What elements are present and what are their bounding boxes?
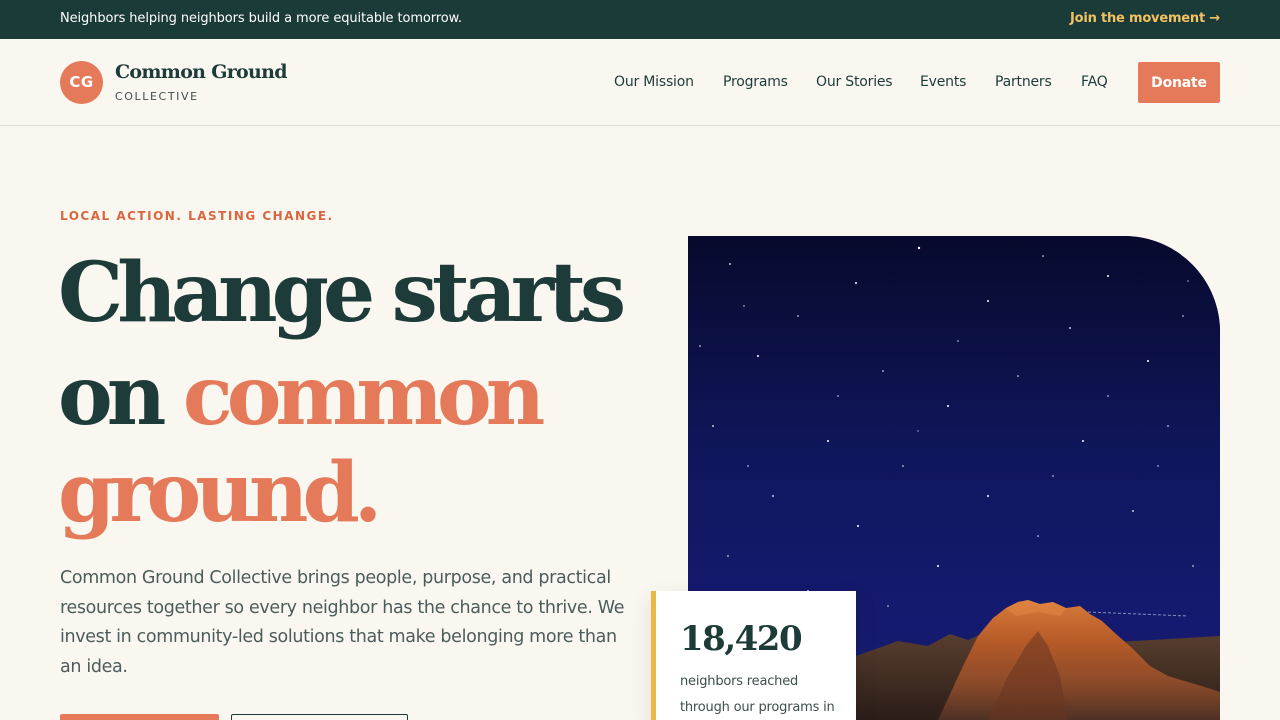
announcement-bar: Neighbors helping neighbors build a more… xyxy=(0,0,1280,39)
logo-subtitle: COLLECTIVE xyxy=(115,90,199,103)
stat-label: neighbors reached through our programs i… xyxy=(680,674,835,715)
nav-item-events[interactable]: Events xyxy=(920,74,966,90)
hero-headline-line-2: on common xyxy=(58,355,545,437)
site-header: CG Common Ground COLLECTIVE Our Mission … xyxy=(0,39,1280,126)
hero-headline-line-1: Change starts xyxy=(58,245,626,341)
nav-item-partners[interactable]: Partners xyxy=(995,74,1052,90)
logo-mark[interactable]: CG xyxy=(60,61,103,104)
donate-button[interactable]: Donate xyxy=(1138,62,1220,103)
secondary-cta-button[interactable] xyxy=(231,714,408,720)
hero-headline-accent: common xyxy=(182,348,545,444)
hero-description: Common Ground Collective brings people, … xyxy=(60,568,625,677)
stat-number: 18,420 xyxy=(680,619,803,659)
announcement-text: Neighbors helping neighbors build a more… xyxy=(60,11,462,26)
hero-headline-line-3: ground. xyxy=(58,445,382,541)
nav-item-our-mission[interactable]: Our Mission xyxy=(614,74,694,90)
stat-card: 18,420 neighbors reached through our pro… xyxy=(651,591,856,720)
hero-eyebrow: LOCAL ACTION. LASTING CHANGE. xyxy=(60,209,334,223)
primary-cta-button[interactable] xyxy=(60,714,219,720)
nav-item-our-stories[interactable]: Our Stories xyxy=(816,74,893,90)
nav-item-programs[interactable]: Programs xyxy=(723,74,788,90)
hero-headline-plain: on xyxy=(58,348,183,444)
logo-name[interactable]: Common Ground xyxy=(115,61,288,83)
join-movement-link[interactable]: Join the movement → xyxy=(1070,11,1220,26)
nav-item-faq[interactable]: FAQ xyxy=(1081,74,1108,90)
